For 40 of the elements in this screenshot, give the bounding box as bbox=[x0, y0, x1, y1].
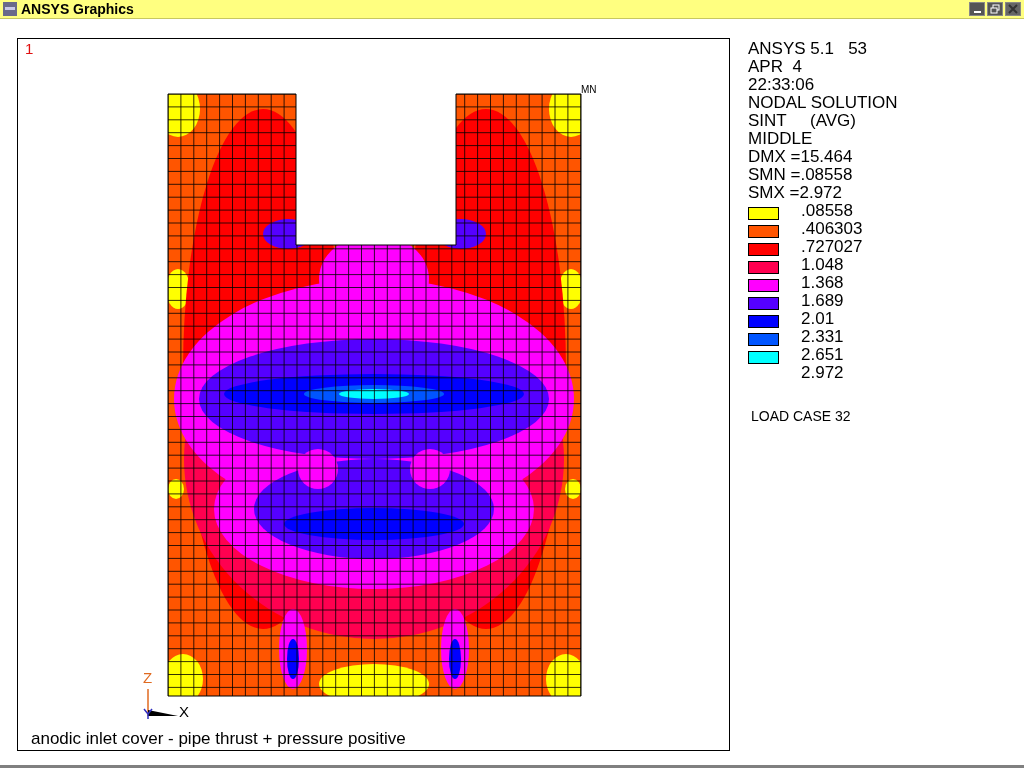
legend-value: 1.048 bbox=[801, 256, 844, 274]
legend-value: 1.689 bbox=[801, 292, 844, 310]
contour-region bbox=[546, 654, 581, 696]
contour-region bbox=[168, 654, 203, 696]
contour-region bbox=[565, 479, 581, 499]
legend-value: 2.651 bbox=[801, 346, 844, 364]
plot-caption: anodic inlet cover - pipe thrust + pressure positive bbox=[31, 729, 406, 749]
x-axis-label: X bbox=[179, 703, 189, 720]
info-line: MIDDLE bbox=[748, 130, 814, 148]
info-line: NODAL SOLUTION bbox=[748, 94, 898, 112]
close-button[interactable] bbox=[1005, 2, 1021, 16]
restore-button[interactable] bbox=[987, 2, 1003, 16]
min-marker-label: MN bbox=[581, 84, 597, 95]
legend-value: .727027 bbox=[801, 238, 863, 256]
legend-value: 2.01 bbox=[801, 310, 835, 328]
z-axis-label: Z bbox=[143, 669, 153, 686]
restore-icon bbox=[990, 4, 1000, 14]
contour-region bbox=[168, 94, 200, 137]
app-icon bbox=[3, 2, 17, 16]
info-line: DMX =15.464 bbox=[748, 148, 854, 166]
legend-value: 1.368 bbox=[801, 274, 844, 292]
contour-region bbox=[168, 479, 184, 499]
load-case-label: LOAD CASE 32 bbox=[750, 408, 852, 424]
info-line: SINT (AVG) bbox=[748, 112, 857, 130]
info-line: ANSYS 5.1 53 bbox=[748, 40, 869, 58]
info-line: 22:33:06 bbox=[748, 76, 816, 94]
close-icon bbox=[1008, 4, 1018, 14]
window-title: ANSYS Graphics bbox=[21, 1, 134, 17]
legend-value: .406303 bbox=[801, 220, 863, 238]
minimize-button[interactable] bbox=[969, 2, 985, 16]
legend-value: 2.331 bbox=[801, 328, 844, 346]
legend-value: .08558 bbox=[801, 202, 853, 220]
contour-region bbox=[549, 94, 581, 137]
minimize-icon bbox=[973, 11, 981, 13]
info-line: SMX =2.972 bbox=[748, 184, 844, 202]
legend-value: 2.972 bbox=[801, 364, 844, 382]
info-line: APR 4 bbox=[748, 58, 803, 76]
window-number: 1 bbox=[25, 40, 34, 57]
axis-triad-icon bbox=[143, 688, 178, 720]
info-line: SMN =.08558 bbox=[748, 166, 854, 184]
